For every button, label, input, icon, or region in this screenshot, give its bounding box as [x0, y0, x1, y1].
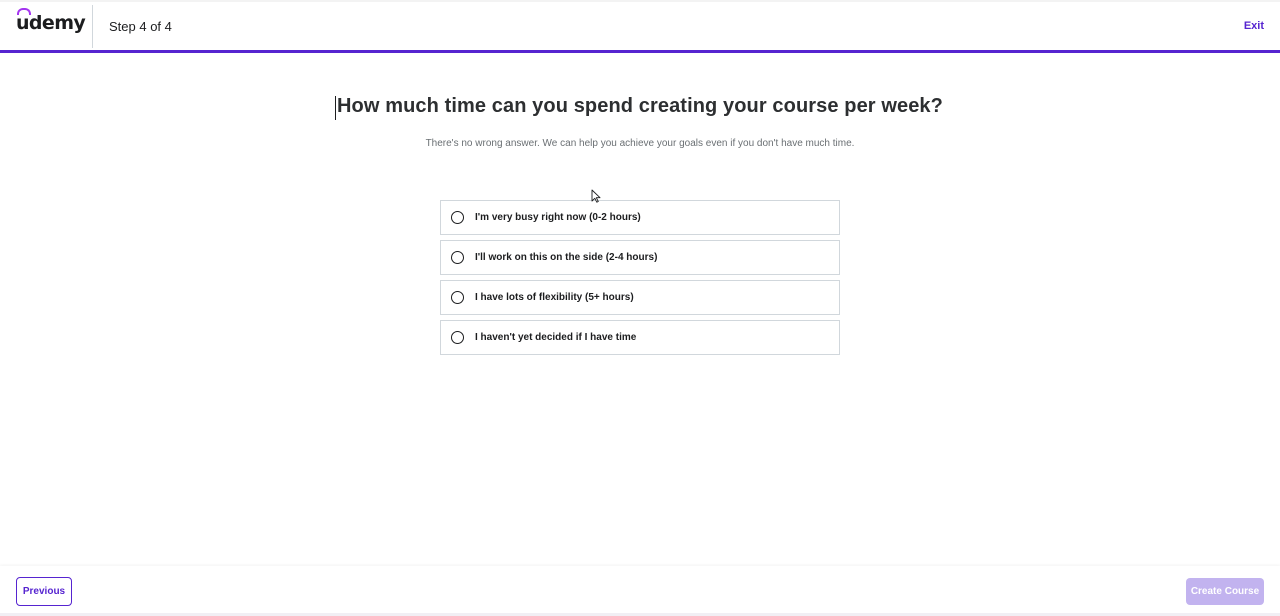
header-top-line: [0, 0, 1280, 2]
exit-link[interactable]: Exit: [1244, 20, 1264, 32]
page-title: How much time can you spend creating you…: [337, 95, 943, 117]
step-indicator: Step 4 of 4: [109, 19, 172, 34]
progress-bar: [0, 50, 1280, 53]
header-divider: [92, 5, 93, 48]
top-header: udemy Step 4 of 4 Exit: [0, 0, 1280, 53]
option-label: I'll work on this on the side (2-4 hours…: [475, 252, 658, 263]
time-options-list: I'm very busy right now (0-2 hours) I'll…: [440, 200, 840, 360]
udemy-logo[interactable]: udemy: [16, 8, 86, 42]
create-course-button[interactable]: Create Course: [1186, 578, 1264, 605]
bottom-footer: Previous Create Course: [0, 566, 1280, 616]
option-label: I'm very busy right now (0-2 hours): [475, 212, 641, 223]
option-5-plus-hours[interactable]: I have lots of flexibility (5+ hours): [440, 280, 840, 315]
option-label: I haven't yet decided if I have time: [475, 332, 637, 343]
option-0-2-hours[interactable]: I'm very busy right now (0-2 hours): [440, 200, 840, 235]
radio-unchecked-icon[interactable]: [451, 251, 464, 264]
previous-button[interactable]: Previous: [16, 577, 72, 606]
progress-bar-fill: [0, 50, 1280, 53]
radio-unchecked-icon[interactable]: [451, 291, 464, 304]
radio-unchecked-icon[interactable]: [451, 211, 464, 224]
option-2-4-hours[interactable]: I'll work on this on the side (2-4 hours…: [440, 240, 840, 275]
mouse-pointer-icon: [591, 189, 601, 203]
option-undecided[interactable]: I haven't yet decided if I have time: [440, 320, 840, 355]
page-subtitle: There's no wrong answer. We can help you…: [425, 138, 855, 149]
logo-text: udemy: [16, 8, 86, 34]
option-label: I have lots of flexibility (5+ hours): [475, 292, 634, 303]
radio-unchecked-icon[interactable]: [451, 331, 464, 344]
course-creation-page: udemy Step 4 of 4 Exit How much time can…: [0, 0, 1280, 616]
